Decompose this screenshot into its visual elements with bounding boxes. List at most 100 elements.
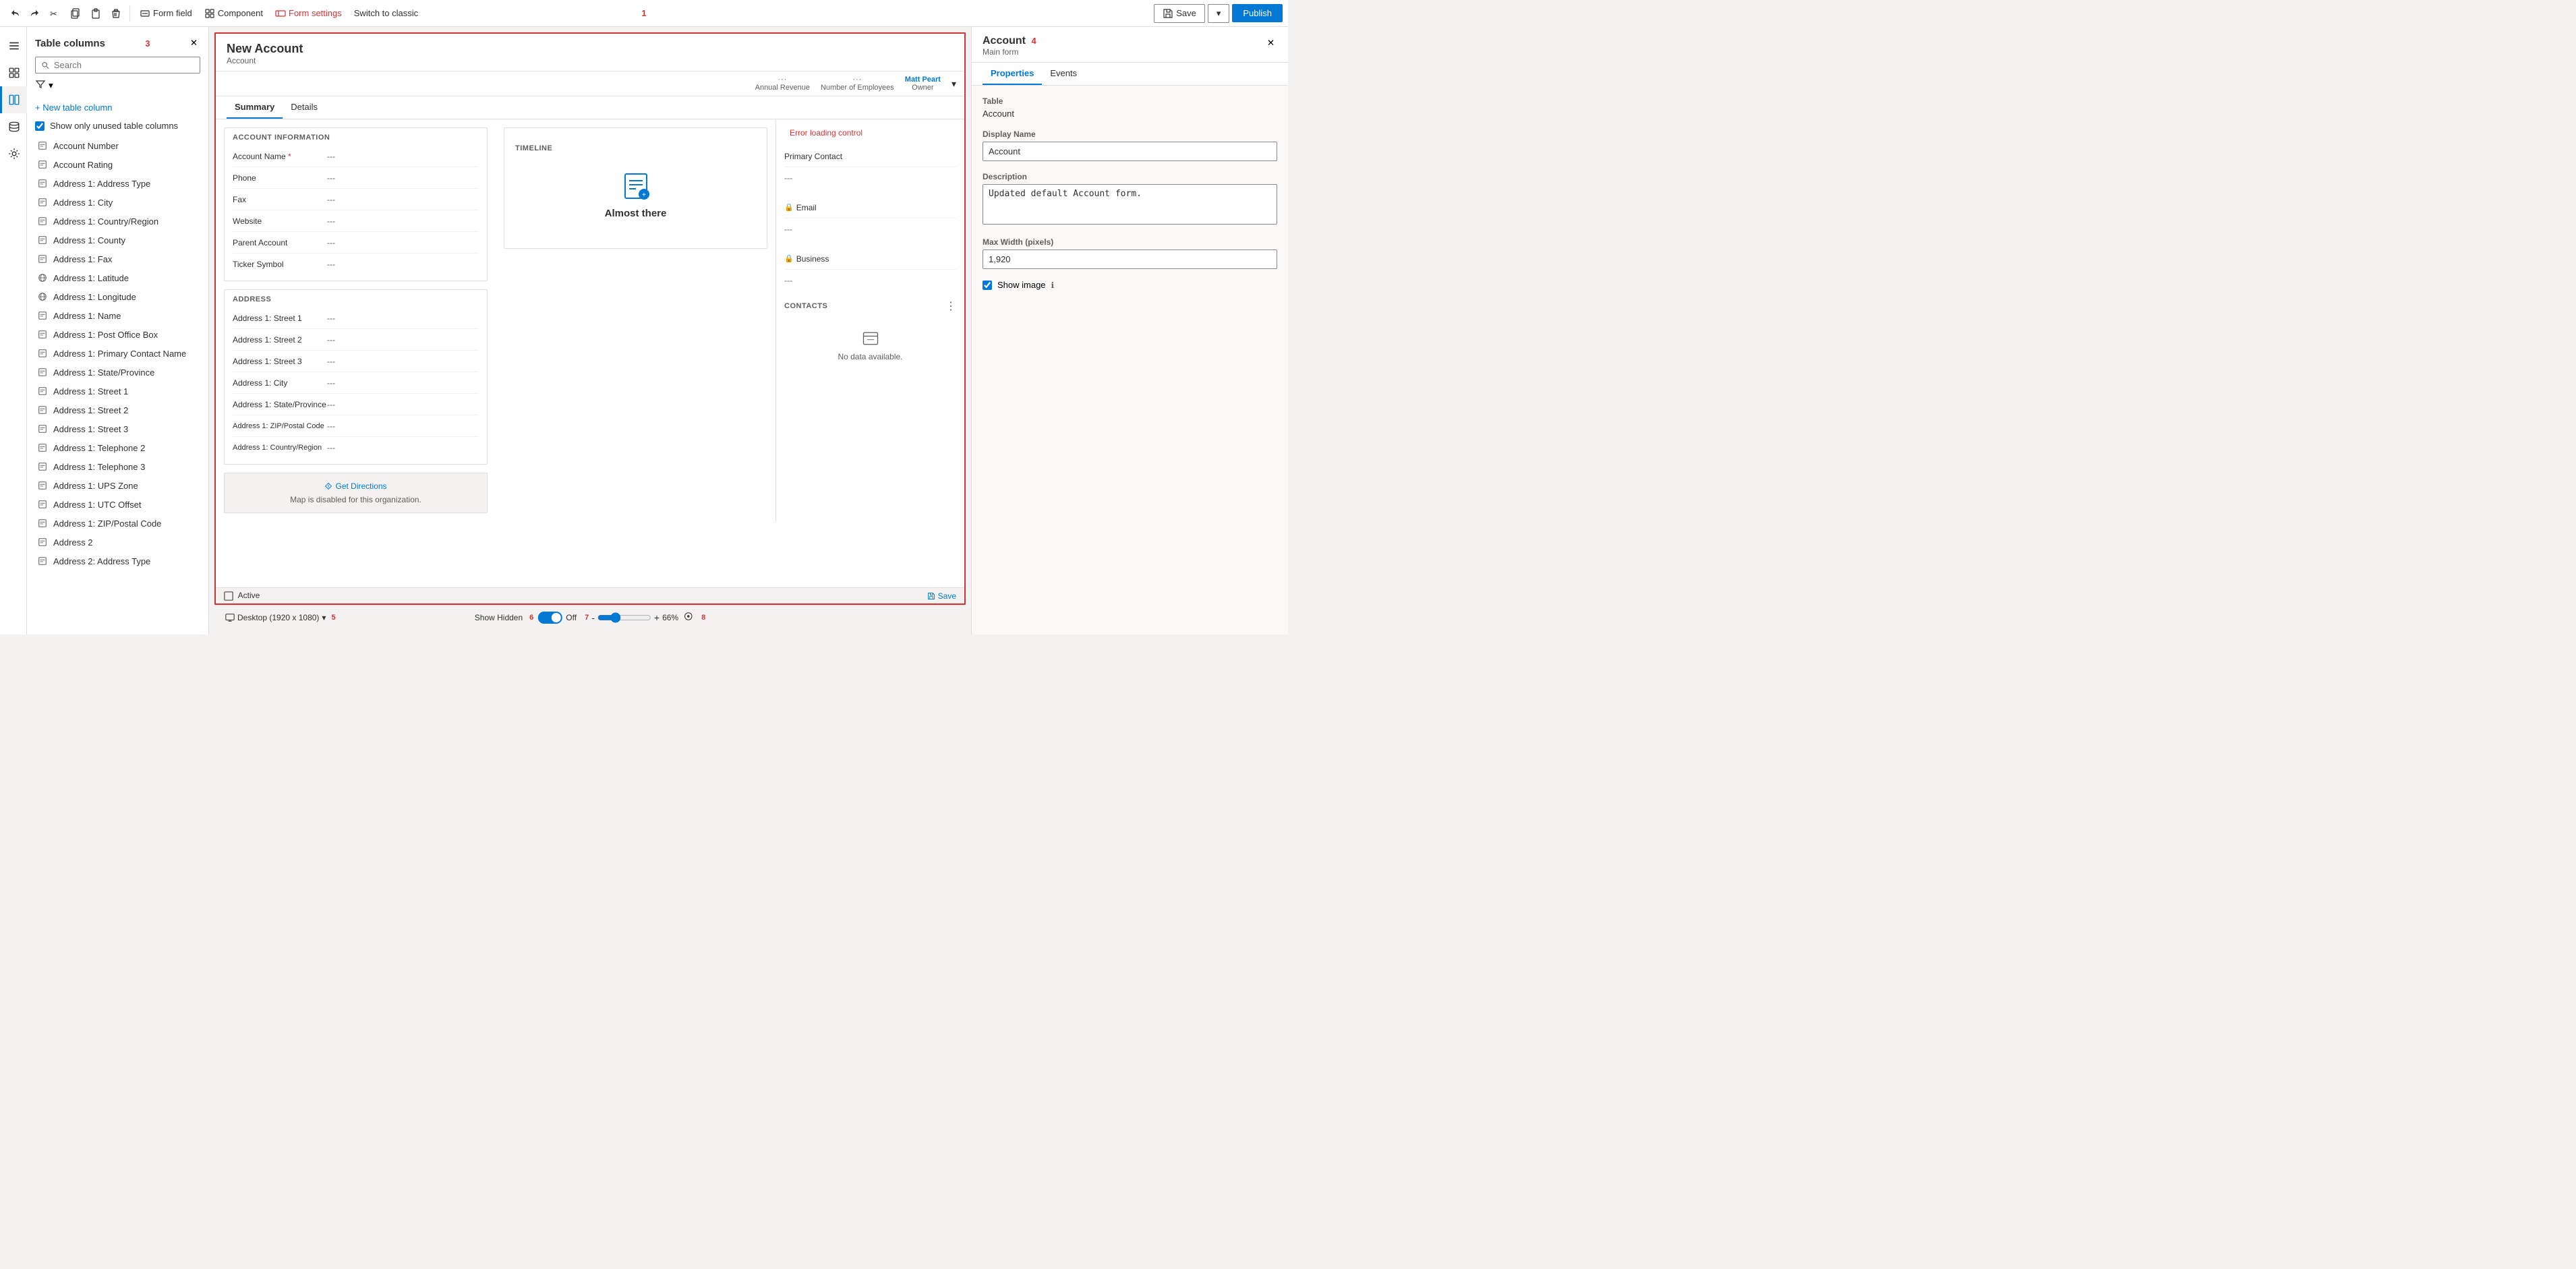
list-item[interactable]: Account Number — [27, 136, 208, 155]
list-item[interactable]: Address 1: Name — [27, 306, 208, 325]
field-value-email-row: --- — [784, 218, 956, 240]
zoom-value: 66% — [662, 613, 678, 622]
text-icon — [37, 329, 48, 340]
sidebar-layers-icon[interactable] — [0, 59, 27, 86]
header-dots-employees: ··· — [821, 76, 894, 84]
almost-there-block: + Almost there — [591, 156, 680, 233]
list-item[interactable]: Address 1: UPS Zone — [27, 476, 208, 495]
sidebar-data-icon[interactable] — [0, 113, 27, 140]
right-panel-title-block: Account 4 Main form — [983, 35, 1036, 57]
list-item[interactable]: Address 1: Primary Contact Name — [27, 344, 208, 363]
svg-text:+: + — [642, 191, 646, 199]
cut-button[interactable]: ✂ — [46, 5, 65, 22]
list-item[interactable]: Address 1: Country/Region — [27, 212, 208, 231]
save-dropdown-button[interactable]: ▾ — [1208, 4, 1230, 23]
form-field-button[interactable]: Form field — [134, 5, 198, 22]
zoom-plus-button[interactable]: + — [654, 612, 660, 623]
list-item[interactable]: Address 1: Street 3 — [27, 419, 208, 438]
prop-display-name-input[interactable] — [983, 142, 1277, 161]
timeline-section: Timeline + Almost ther — [504, 127, 767, 249]
copy-button[interactable] — [66, 5, 85, 22]
prop-max-width-input[interactable] — [983, 249, 1277, 269]
form-settings-button[interactable]: Form settings — [270, 5, 347, 22]
undo-button[interactable] — [5, 5, 24, 22]
contacts-more-button[interactable]: ⋮ — [945, 299, 956, 313]
right-panel-header: Account 4 Main form ✕ — [972, 27, 1288, 63]
field-label-email: Email — [796, 203, 891, 212]
left-panel-title: Table columns — [35, 38, 105, 49]
list-item[interactable]: Address 1: Telephone 2 — [27, 438, 208, 457]
filter-dropdown-button[interactable]: ▾ — [49, 80, 53, 91]
list-item[interactable]: Address 1: City — [27, 193, 208, 212]
almost-there-icon: + — [620, 170, 652, 202]
list-item[interactable]: Address 1: Latitude — [27, 268, 208, 287]
list-item[interactable]: Account Rating — [27, 155, 208, 174]
show-hidden-toggle-track[interactable] — [537, 612, 562, 624]
list-item[interactable]: Address 2: Address Type — [27, 552, 208, 570]
list-item[interactable]: Address 2 — [27, 533, 208, 552]
tab-details[interactable]: Details — [283, 96, 326, 119]
filter-button[interactable] — [35, 79, 46, 92]
header-owner-value[interactable]: Matt Peart — [905, 76, 941, 84]
show-image-checkbox[interactable] — [983, 281, 992, 290]
sidebar-menu-icon[interactable] — [0, 32, 27, 59]
prop-table-label: Table — [983, 96, 1277, 106]
address-section: ADDRESS Address 1: Street 1 --- Address … — [224, 289, 488, 465]
list-item[interactable]: Address 1: County — [27, 231, 208, 249]
delete-button[interactable] — [107, 5, 125, 22]
field-value-phone: --- — [327, 173, 335, 183]
list-item[interactable]: Address 1: Street 1 — [27, 382, 208, 401]
form-footer-save-button[interactable]: Save — [927, 591, 956, 601]
account-info-title: ACCOUNT INFORMATION — [233, 134, 479, 146]
column-label: Address 1: UTC Offset — [53, 500, 142, 510]
field-label-phone: Phone — [233, 173, 327, 183]
show-image-row: Show image ℹ — [983, 280, 1277, 290]
show-unused-row[interactable]: Show only unused table columns — [27, 118, 208, 136]
sidebar-settings-icon[interactable] — [0, 140, 27, 167]
column-label: Address 1: Name — [53, 311, 121, 321]
tab-properties[interactable]: Properties — [983, 63, 1042, 85]
field-row-street1: Address 1: Street 1 --- — [233, 307, 479, 329]
main-layout: Table columns 3 ✕ ▾ + New table column S… — [0, 27, 1288, 634]
info-icon[interactable]: ℹ — [1051, 281, 1055, 290]
business-section: 🔒 Business --- — [784, 248, 956, 291]
list-item[interactable]: Address 1: UTC Offset — [27, 495, 208, 514]
close-panel-button[interactable]: ✕ — [187, 35, 200, 51]
error-loading-text[interactable]: Error loading control — [784, 123, 868, 143]
list-item[interactable]: Address 1: Post Office Box — [27, 325, 208, 344]
prop-description-textarea[interactable]: Updated default Account form. — [983, 184, 1277, 225]
zoom-slider[interactable] — [597, 612, 651, 623]
column-label: Address 1: Street 1 — [53, 386, 128, 396]
close-right-panel-button[interactable]: ✕ — [1264, 35, 1277, 51]
field-row-street2: Address 1: Street 2 --- — [233, 329, 479, 351]
zoom-minus-button[interactable]: - — [591, 612, 595, 623]
switch-classic-button[interactable]: Switch to classic — [349, 5, 423, 21]
column-label: Address 1: Longitude — [53, 292, 136, 302]
list-item[interactable]: Address 1: Address Type — [27, 174, 208, 193]
list-item[interactable]: Address 1: Fax — [27, 249, 208, 268]
redo-button[interactable] — [26, 5, 45, 22]
new-column-button[interactable]: + New table column — [27, 97, 208, 118]
publish-button[interactable]: Publish — [1232, 4, 1283, 22]
form-middle-col: Timeline + Almost ther — [496, 119, 775, 521]
tab-events[interactable]: Events — [1042, 63, 1085, 85]
component-button[interactable]: Component — [199, 5, 268, 22]
show-unused-checkbox[interactable] — [35, 121, 45, 131]
list-item[interactable]: Address 1: State/Province — [27, 363, 208, 382]
paste-button[interactable] — [86, 5, 105, 22]
list-item[interactable]: Address 1: Street 2 — [27, 401, 208, 419]
tab-summary[interactable]: Summary — [227, 96, 283, 119]
fit-to-screen-button[interactable] — [684, 612, 693, 623]
list-item[interactable]: Address 1: Telephone 3 — [27, 457, 208, 476]
list-item[interactable]: Address 1: ZIP/Postal Code — [27, 514, 208, 533]
desktop-selector[interactable]: Desktop (1920 x 1080) ▾ 5 — [225, 613, 336, 622]
column-label: Account Number — [53, 141, 119, 151]
header-field-owner: Matt Peart Owner — [905, 76, 941, 92]
list-item[interactable]: Address 1: Longitude — [27, 287, 208, 306]
save-button[interactable]: Save — [1154, 4, 1205, 23]
get-directions-button[interactable]: Get Directions — [324, 481, 386, 491]
search-input[interactable] — [54, 60, 194, 70]
sidebar-columns-icon[interactable] — [0, 86, 27, 113]
header-chevron-button[interactable]: ▾ — [952, 78, 956, 90]
prop-max-width-section: Max Width (pixels) — [983, 237, 1277, 269]
